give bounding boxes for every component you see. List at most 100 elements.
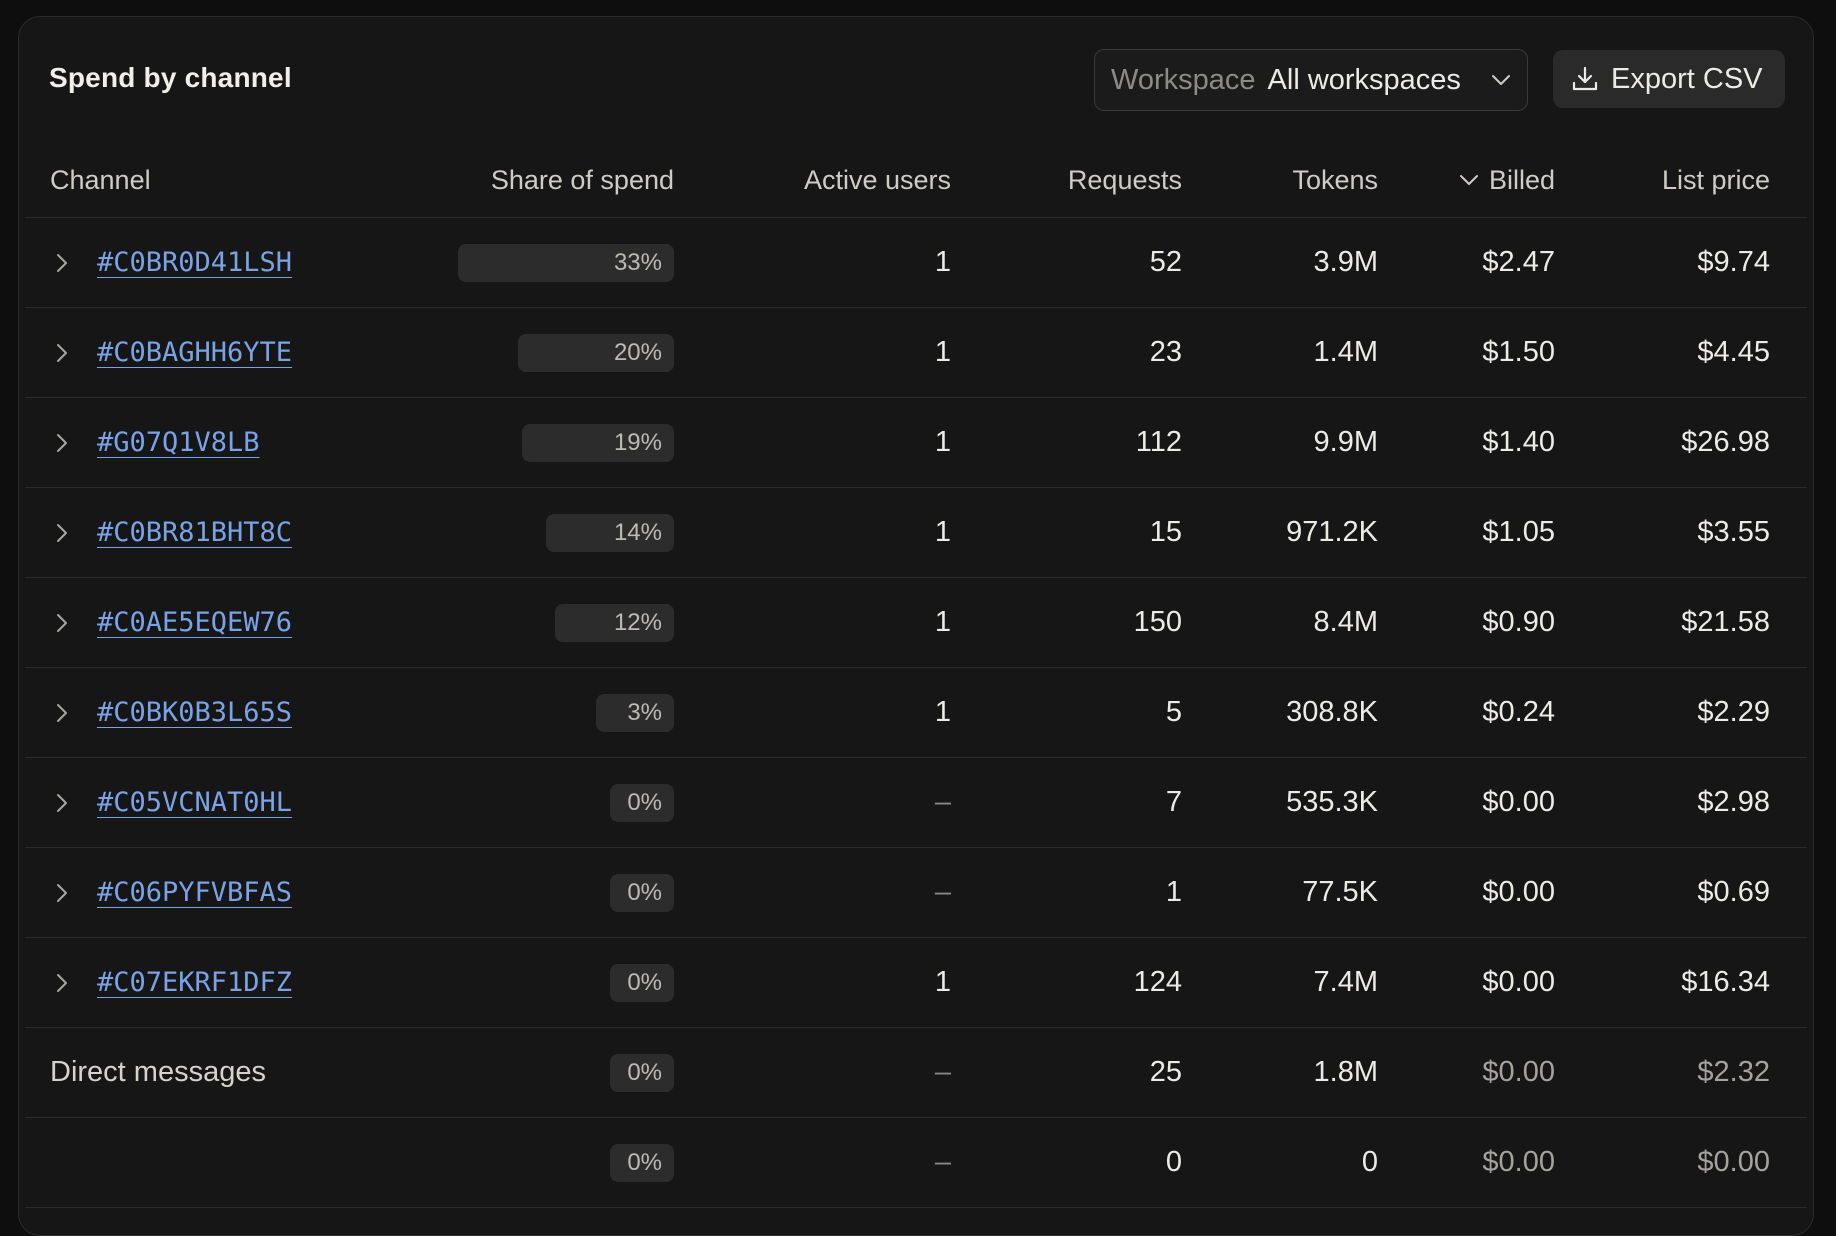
share-of-spend-value: 0% [627, 1149, 662, 1176]
share-of-spend-value: 14% [613, 519, 662, 546]
chevron-right-icon[interactable] [55, 848, 69, 937]
billed-cell: $1.05 [1482, 516, 1555, 548]
export-csv-button[interactable]: Export CSV [1553, 50, 1785, 108]
billed-cell: $0.24 [1482, 696, 1555, 728]
chevron-right-icon[interactable] [55, 578, 69, 667]
channel-link[interactable]: #G07Q1V8LB [97, 398, 260, 487]
channel-link[interactable]: #C0AE5EQEW76 [97, 578, 292, 667]
share-of-spend-bar: 0% [610, 964, 674, 1002]
list-price-cell: $4.45 [1697, 336, 1770, 368]
requests-cell: 112 [1135, 426, 1182, 458]
billed-cell: $0.00 [1482, 876, 1555, 908]
billed-cell: $1.40 [1482, 426, 1555, 458]
billed-cell: $0.90 [1482, 606, 1555, 638]
active-users-cell: 1 [934, 696, 951, 728]
share-of-spend-bar: 0% [610, 784, 674, 822]
table-row[interactable]: #C0BK0B3L65S 3% 1 5 308.8K $0.24 $2.29 [25, 668, 1807, 758]
active-users-cell: – [934, 876, 951, 908]
chevron-right-icon[interactable] [55, 668, 69, 757]
share-of-spend-value: 33% [613, 249, 662, 276]
table-row: 0% – 0 0 $0.00 $0.00 [25, 1118, 1807, 1208]
tokens-cell: 1.4M [1313, 336, 1378, 368]
billed-cell: $0.00 [1482, 786, 1555, 818]
share-of-spend-cell: 20% [425, 308, 674, 397]
share-of-spend-cell: 3% [425, 668, 674, 757]
share-of-spend-cell: 12% [425, 578, 674, 667]
list-price-cell: $0.69 [1697, 876, 1770, 908]
active-users-cell: 1 [934, 966, 951, 998]
billed-cell: $0.00 [1482, 1056, 1555, 1088]
chevron-right-icon[interactable] [55, 488, 69, 577]
requests-cell: 1 [1165, 876, 1182, 908]
share-of-spend-bar: 0% [610, 874, 674, 912]
table-row[interactable]: #C0BR0D41LSH 33% 1 52 3.9M $2.47 $9.74 [25, 218, 1807, 308]
channel-link[interactable]: #C0BR81BHT8C [97, 488, 292, 577]
chevron-right-icon[interactable] [55, 398, 69, 487]
table-body: #C0BR0D41LSH 33% 1 52 3.9M $2.47 $9.74 #C0BAGHH… [25, 218, 1807, 1208]
column-header-active-users[interactable]: Active users [725, 143, 951, 217]
share-of-spend-bar: 19% [522, 424, 674, 462]
column-header-requests[interactable]: Requests [955, 143, 1182, 217]
tokens-cell: 77.5K [1302, 876, 1378, 908]
column-header-channel[interactable]: Channel [50, 143, 430, 217]
active-users-cell: – [934, 1146, 951, 1178]
tokens-cell: 9.9M [1313, 426, 1378, 458]
channel-link[interactable]: #C07EKRF1DFZ [97, 938, 292, 1027]
share-of-spend-bar: 0% [610, 1144, 674, 1182]
table-row[interactable]: #G07Q1V8LB 19% 1 112 9.9M $1.40 $26.98 [25, 398, 1807, 488]
tokens-cell: 0 [1361, 1146, 1378, 1178]
requests-cell: 5 [1165, 696, 1182, 728]
tokens-cell: 1.8M [1313, 1056, 1378, 1088]
active-users-cell: 1 [934, 426, 951, 458]
requests-cell: 124 [1133, 966, 1182, 998]
chevron-right-icon[interactable] [55, 758, 69, 847]
tokens-cell: 308.8K [1286, 696, 1378, 728]
share-of-spend-value: 19% [613, 429, 662, 456]
list-price-cell: $16.34 [1681, 966, 1770, 998]
active-users-cell: 1 [934, 516, 951, 548]
share-of-spend-value: 0% [627, 789, 662, 816]
table-row[interactable]: #C0BR81BHT8C 14% 1 15 971.2K $1.05 $3.55 [25, 488, 1807, 578]
sort-descending-icon [1459, 174, 1479, 186]
requests-cell: 0 [1165, 1146, 1182, 1178]
share-of-spend-bar: 3% [596, 694, 674, 732]
workspace-select-value: All workspaces [1267, 63, 1461, 96]
share-of-spend-bar: 14% [546, 514, 674, 552]
table-row: Direct messages 0% – 25 1.8M $0.00 $2.32 [25, 1028, 1807, 1118]
share-of-spend-cell: 0% [425, 1118, 674, 1207]
chevron-right-icon[interactable] [55, 938, 69, 1027]
list-price-cell: $9.74 [1697, 246, 1770, 278]
table-row[interactable]: #C06PYFVBFAS 0% – 1 77.5K $0.00 $0.69 [25, 848, 1807, 938]
chevron-right-icon[interactable] [55, 308, 69, 397]
list-price-cell: $3.55 [1697, 516, 1770, 548]
column-header-tokens[interactable]: Tokens [1185, 143, 1378, 217]
list-price-cell: $0.00 [1697, 1146, 1770, 1178]
share-of-spend-value: 0% [627, 879, 662, 906]
list-price-cell: $26.98 [1681, 426, 1770, 458]
channel-link[interactable]: #C0BAGHH6YTE [97, 308, 292, 397]
column-header-list-price[interactable]: List price [1565, 143, 1770, 217]
chevron-right-icon[interactable] [55, 218, 69, 307]
channel-link[interactable]: #C0BR0D41LSH [97, 218, 292, 307]
channel-link[interactable]: #C06PYFVBFAS [97, 848, 292, 937]
workspace-select[interactable]: Workspace All workspaces [1094, 49, 1528, 111]
column-header-billed[interactable]: Billed [1385, 143, 1555, 217]
table-row[interactable]: #C0BAGHH6YTE 20% 1 23 1.4M $1.50 $4.45 [25, 308, 1807, 398]
channel-link[interactable]: #C0BK0B3L65S [97, 668, 292, 757]
table-row[interactable]: #C07EKRF1DFZ 0% 1 124 7.4M $0.00 $16.34 [25, 938, 1807, 1028]
share-of-spend-value: 12% [613, 609, 662, 636]
channel-link[interactable]: #C05VCNAT0HL [97, 758, 292, 847]
billed-cell: $2.47 [1482, 246, 1555, 278]
column-header-share[interactable]: Share of spend [425, 143, 674, 217]
table-row[interactable]: #C0AE5EQEW76 12% 1 150 8.4M $0.90 $21.58 [25, 578, 1807, 668]
share-of-spend-bar: 0% [610, 1054, 674, 1092]
billed-cell: $0.00 [1482, 1146, 1555, 1178]
active-users-cell: 1 [934, 606, 951, 638]
share-of-spend-value: 0% [627, 1059, 662, 1086]
share-of-spend-bar: 33% [458, 244, 674, 282]
active-users-cell: – [934, 1056, 951, 1088]
export-csv-label: Export CSV [1611, 62, 1763, 95]
tokens-cell: 7.4M [1313, 966, 1378, 998]
table-row[interactable]: #C05VCNAT0HL 0% – 7 535.3K $0.00 $2.98 [25, 758, 1807, 848]
spend-by-channel-panel: Spend by channel Workspace All workspace… [18, 16, 1814, 1236]
